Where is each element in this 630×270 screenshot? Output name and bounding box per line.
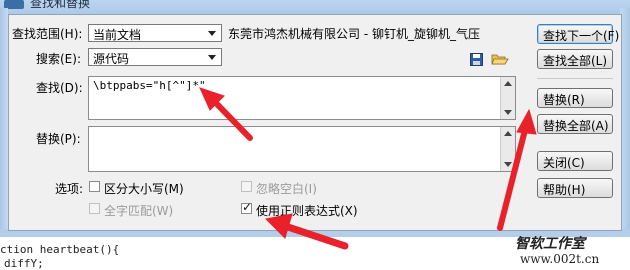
- match-case-checkbox[interactable]: [89, 181, 100, 192]
- find-label: 查找(D):: [36, 81, 83, 95]
- scroll-up-icon[interactable]: [504, 81, 512, 86]
- find-next-button[interactable]: 查找下一个(F): [537, 24, 619, 44]
- find-replace-dialog: [8, 14, 622, 231]
- code-line: diffY;: [4, 257, 44, 270]
- scroll-down-icon[interactable]: [504, 110, 512, 115]
- document-name: 东莞市鸿杰机械有限公司 - 铆钉机_旋铆机_气压: [228, 27, 480, 41]
- search-in-select[interactable]: 源代码: [88, 48, 222, 66]
- replace-button[interactable]: 替换(R): [537, 88, 613, 108]
- window-frame-left: [0, 8, 8, 237]
- find-scrollbar[interactable]: [500, 77, 515, 119]
- ignore-whitespace-label: 忽略空白(I): [256, 182, 317, 196]
- use-regex-checkbox[interactable]: [241, 200, 252, 214]
- search-scope-value: 当前文档: [93, 28, 142, 42]
- replace-all-button[interactable]: 替换全部(A): [537, 114, 613, 134]
- find-text: \btppabs="h[^"]*": [93, 79, 206, 92]
- replace-scrollbar[interactable]: [500, 127, 515, 171]
- search-scope-select[interactable]: 当前文档: [88, 24, 222, 42]
- save-icon[interactable]: [470, 53, 483, 66]
- options-label: 选项:: [55, 182, 84, 196]
- window-title: 查找和替换: [30, 0, 91, 10]
- search-scope-label: 查找范围(H):: [12, 27, 83, 41]
- replace-label: 替换(P):: [36, 132, 81, 146]
- chevron-down-icon: [208, 55, 216, 60]
- close-button[interactable]: 关闭(C): [537, 151, 613, 171]
- scroll-down-icon[interactable]: [504, 162, 512, 167]
- scroll-up-icon[interactable]: [504, 131, 512, 136]
- chevron-down-icon: [208, 31, 216, 36]
- code-line: ction heartbeat(){: [0, 243, 120, 256]
- ignore-whitespace-checkbox[interactable]: [241, 181, 252, 192]
- whole-word-label: 全字匹配(W): [104, 204, 174, 218]
- search-in-label: 搜索(E):: [36, 52, 81, 66]
- folder-open-icon[interactable]: [491, 52, 509, 66]
- button-separator: [537, 78, 613, 79]
- watermark-url: www.002t.cn: [520, 252, 600, 266]
- search-in-value: 源代码: [93, 52, 130, 66]
- use-regex-label: 使用正则表达式(X): [256, 204, 358, 218]
- find-input[interactable]: \btppabs="h[^"]*": [88, 76, 516, 120]
- find-all-button[interactable]: 查找全部(L): [537, 49, 613, 69]
- replace-input[interactable]: [88, 126, 516, 172]
- whole-word-checkbox[interactable]: [89, 203, 100, 214]
- help-button[interactable]: 帮助(H): [537, 178, 613, 198]
- match-case-label: 区分大小写(M): [104, 182, 184, 196]
- watermark-title: 智软工作室: [515, 236, 585, 252]
